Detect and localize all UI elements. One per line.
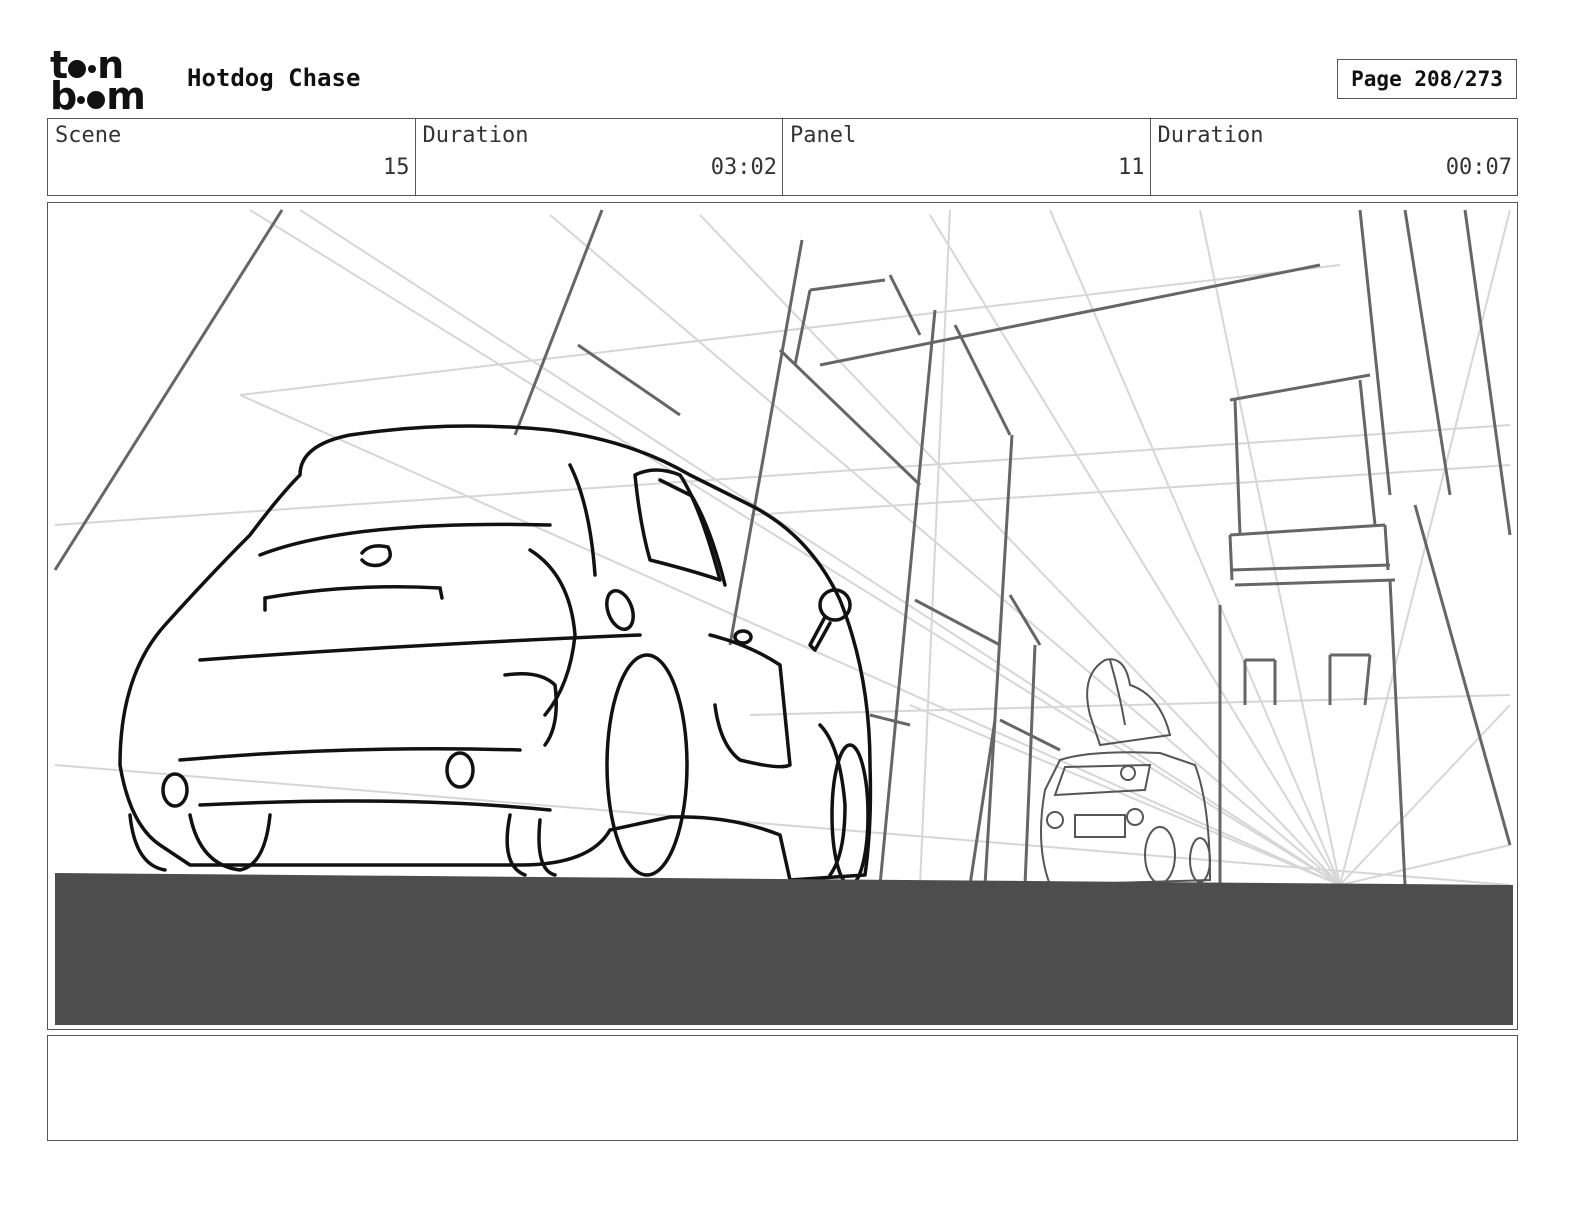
document-title: Hotdog Chase bbox=[187, 64, 361, 92]
scene-duration-value: 03:02 bbox=[710, 155, 777, 180]
panel-duration-label: Duration bbox=[1157, 123, 1264, 148]
scene-duration-cell: Duration 03:02 bbox=[416, 119, 783, 195]
scene-cell: Scene 15 bbox=[48, 119, 416, 195]
logo-bottom-line: b m bbox=[50, 74, 165, 118]
logo-dot-icon bbox=[87, 91, 106, 109]
page-indicator: Page 208/273 bbox=[1337, 59, 1517, 99]
panel-cell: Panel 11 bbox=[783, 119, 1151, 195]
panel-label: Panel bbox=[790, 123, 857, 148]
panel-duration-cell: Duration 00:07 bbox=[1151, 119, 1518, 195]
scene-value: 15 bbox=[383, 155, 410, 180]
logo-letter-b: b bbox=[50, 74, 77, 118]
ground bbox=[55, 873, 1513, 1025]
panel-sketch bbox=[50, 205, 1515, 1027]
panel-value: 11 bbox=[1118, 155, 1145, 180]
logo-letter-m: m bbox=[106, 74, 146, 118]
storyboard-panel bbox=[47, 202, 1518, 1030]
panel-notes bbox=[47, 1035, 1518, 1141]
logo-dot-icon bbox=[88, 65, 97, 73]
page-indicator-label: Page 208/273 bbox=[1351, 67, 1503, 91]
scene-label: Scene bbox=[55, 123, 122, 148]
panel-duration-value: 00:07 bbox=[1445, 155, 1512, 180]
logo-dot-icon bbox=[77, 96, 86, 104]
panel-info-row: Scene 15 Duration 03:02 Panel 11 Duratio… bbox=[47, 118, 1518, 196]
toonboom-logo: t n b m bbox=[50, 46, 165, 118]
scene-duration-label: Duration bbox=[422, 123, 529, 148]
